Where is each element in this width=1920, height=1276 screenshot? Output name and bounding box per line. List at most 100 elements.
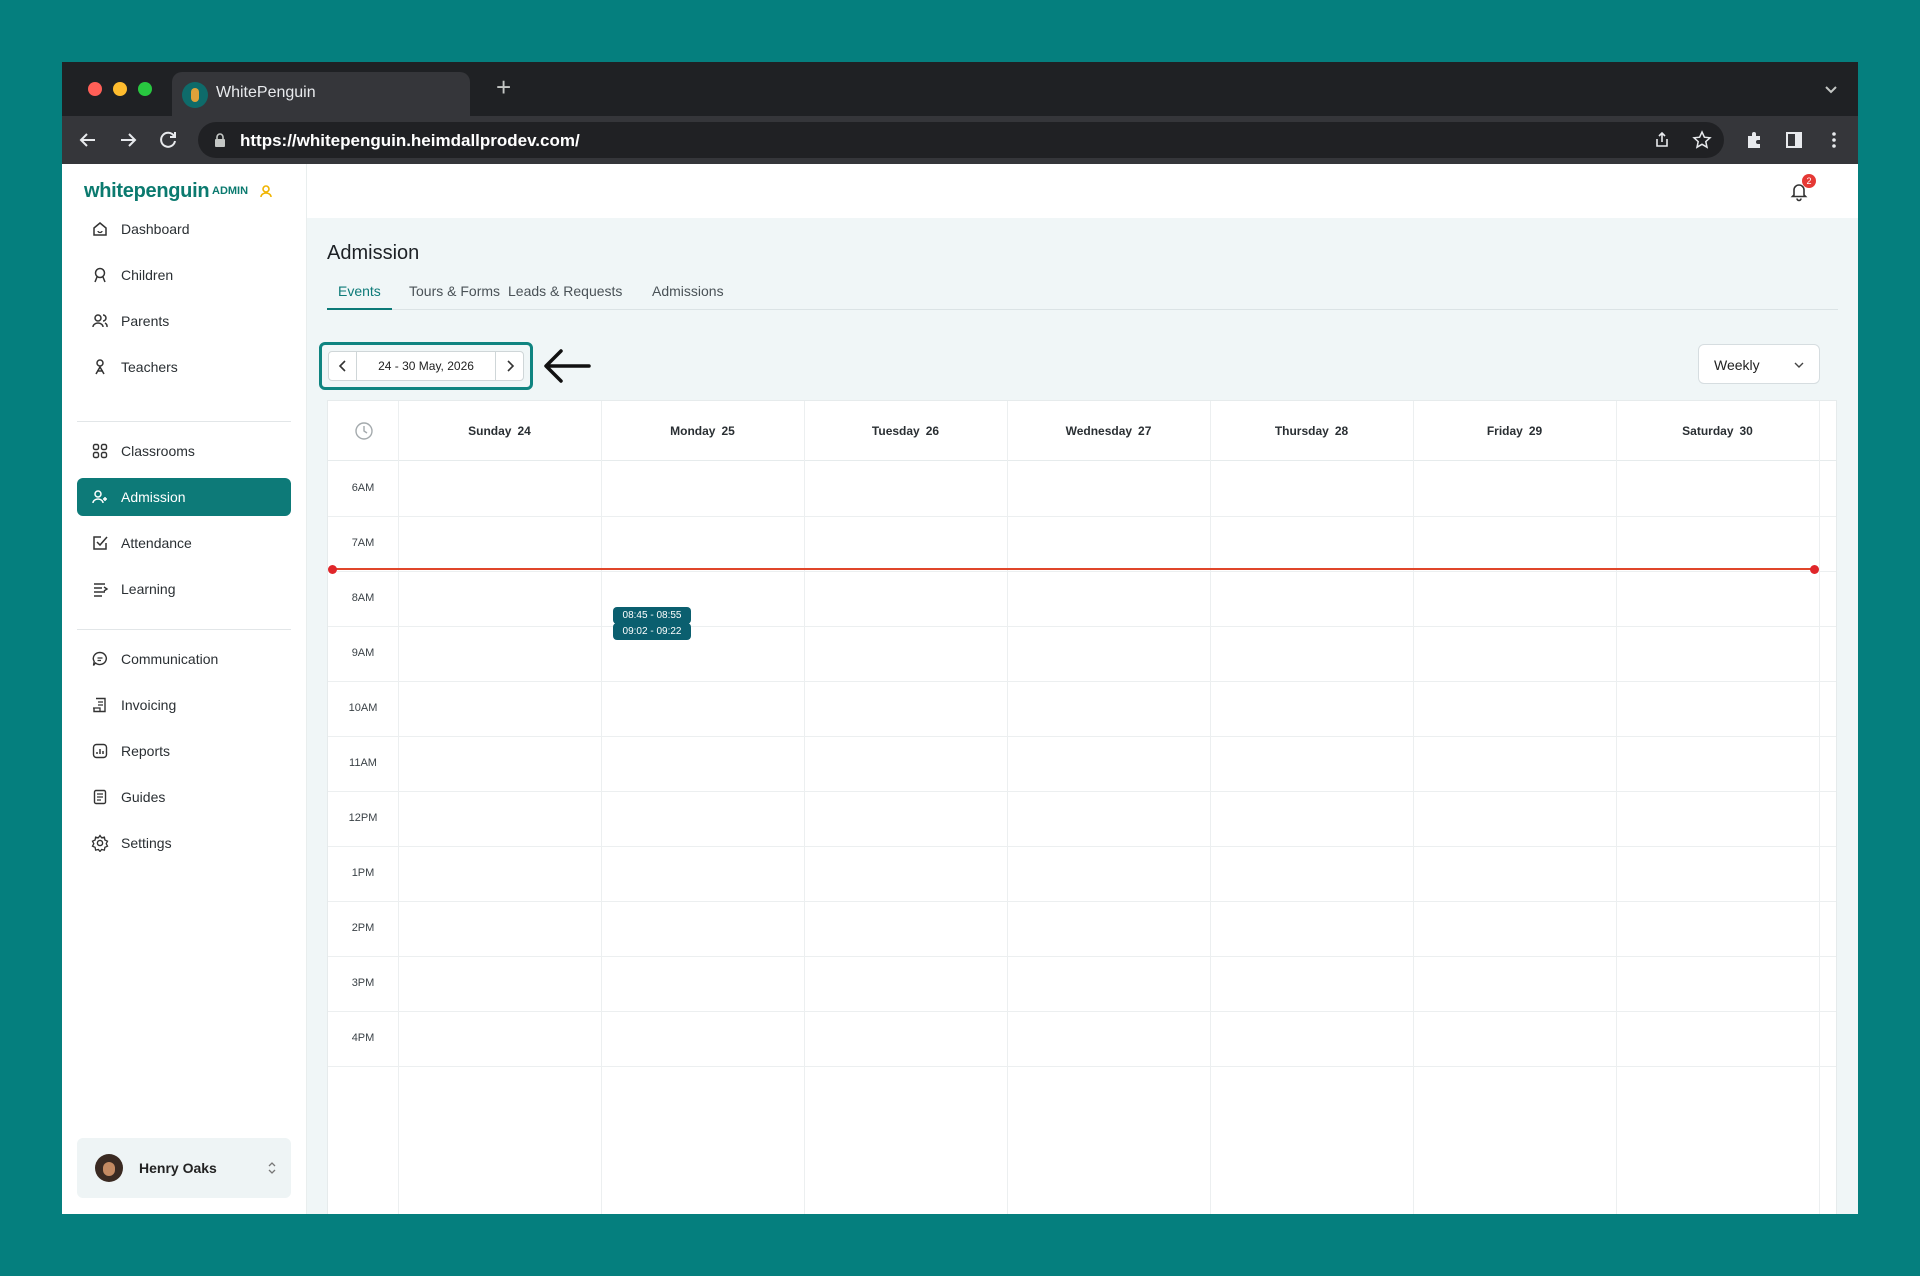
learning-icon — [94, 583, 109, 597]
top-bar: 2 — [307, 164, 1858, 218]
chevron-right-icon — [507, 360, 515, 372]
sidebar-item-dashboard[interactable]: Dashboard — [77, 210, 291, 248]
tab-tours-forms[interactable]: Tours & Forms — [398, 280, 511, 310]
view-mode-select[interactable]: Weekly — [1698, 344, 1820, 384]
chevron-left-icon — [338, 360, 346, 372]
sidebar-item-parents[interactable]: Parents — [77, 302, 291, 340]
sidebar-item-label: Settings — [121, 835, 172, 851]
user-add-icon — [92, 490, 107, 504]
address-bar[interactable]: https://whitepenguin.heimdallprodev.com/ — [198, 122, 1724, 158]
clock-icon — [355, 422, 373, 440]
chart-icon — [92, 743, 108, 759]
sidebar: whitepenguin ADMIN Dashboard Children Pa… — [62, 164, 307, 1214]
current-time-dot — [328, 564, 337, 574]
day-header[interactable]: Tuesday 26 — [804, 424, 1007, 438]
calendar-header: Sunday 24 Monday 25 Tuesday 26 Wednesday 27 Thur… — [328, 401, 1836, 461]
hour-label: 7AM — [351, 537, 375, 549]
sidebar-item-teachers[interactable]: Teachers — [77, 348, 291, 386]
browser-menu-icon[interactable] — [1824, 130, 1844, 150]
hour-label: 2PM — [351, 922, 375, 934]
sidebar-item-communication[interactable]: Communication — [77, 640, 291, 678]
page-title: Admission — [327, 242, 420, 264]
minimize-window-button[interactable] — [113, 82, 127, 96]
reload-icon[interactable] — [154, 126, 182, 154]
user-menu[interactable]: Henry Oaks — [77, 1138, 291, 1198]
maximize-window-button[interactable] — [138, 82, 152, 96]
sidebar-item-label: Parents — [121, 313, 170, 329]
new-tab-button[interactable]: + — [496, 74, 511, 100]
hour-row-divider — [328, 846, 1836, 847]
next-week-button[interactable] — [495, 352, 523, 380]
url-text: https://whitepenguin.heimdallprodev.com/ — [240, 131, 580, 150]
sidebar-item-guides[interactable]: Guides — [77, 778, 291, 816]
hour-label: 6AM — [351, 482, 375, 494]
bookmark-star-icon[interactable] — [1692, 130, 1712, 150]
notification-badge: 2 — [1802, 174, 1816, 188]
hour-row-divider — [328, 516, 1836, 517]
sidebar-item-invoicing[interactable]: Invoicing — [77, 686, 291, 724]
previous-week-button[interactable] — [329, 352, 357, 380]
week-calendar: Sunday 24 Monday 25 Tuesday 26 Wednesday 27 Thur… — [327, 400, 1837, 1214]
admin-badge: ADMIN — [212, 185, 249, 197]
day-header[interactable]: Wednesday 27 — [1007, 424, 1210, 438]
parents-icon — [92, 314, 108, 328]
sidebar-item-classrooms[interactable]: Classrooms — [77, 432, 291, 470]
book-icon — [93, 789, 107, 805]
extensions-icon[interactable] — [1744, 130, 1764, 150]
sidebar-item-label: Children — [121, 267, 174, 283]
sidebar-item-settings[interactable]: Settings — [77, 824, 291, 862]
hour-label: 9AM — [351, 647, 375, 659]
browser-tab-bar: WhitePenguin + — [62, 62, 1858, 116]
day-date: 29 — [1528, 424, 1543, 438]
calendar-event[interactable]: 09:02 - 09:22 — [613, 622, 691, 640]
browser-tab[interactable]: WhitePenguin — [172, 72, 470, 116]
date-range-label[interactable]: 24 - 30 May, 2026 — [357, 359, 495, 373]
hour-row-divider — [328, 571, 1836, 572]
hour-row-divider — [328, 791, 1836, 792]
column-divider — [1007, 401, 1008, 1214]
day-header[interactable]: Monday 25 — [601, 424, 804, 438]
day-name: Wednesday — [1065, 424, 1133, 438]
back-icon[interactable] — [74, 126, 102, 154]
sidebar-item-attendance[interactable]: Attendance — [77, 524, 291, 562]
sidebar-item-learning[interactable]: Learning — [77, 570, 291, 608]
share-icon[interactable] — [1652, 130, 1672, 150]
sidebar-item-reports[interactable]: Reports — [77, 732, 291, 770]
hour-row-divider — [328, 901, 1836, 902]
day-name: Friday — [1486, 424, 1523, 438]
sidebar-item-label: Classrooms — [121, 443, 195, 459]
chat-icon — [92, 651, 107, 666]
logo[interactable]: whitepenguin — [84, 180, 210, 203]
sidebar-divider — [77, 629, 291, 630]
hour-row-divider — [328, 736, 1836, 737]
teacher-icon — [95, 359, 105, 375]
tab-title: WhitePenguin — [216, 84, 316, 101]
main-content: 2 Admission Events Tours & Forms Leads &… — [307, 164, 1858, 1214]
day-header[interactable]: Friday 29 — [1413, 424, 1616, 438]
browser-window: WhitePenguin + https://whitepenguin.heim… — [62, 62, 1858, 1214]
tab-leads-requests[interactable]: Leads & Requests — [497, 280, 633, 310]
column-divider — [1616, 401, 1617, 1214]
hour-label: 12PM — [348, 812, 378, 824]
day-date: 24 — [517, 424, 531, 438]
day-name: Saturday — [1682, 424, 1734, 438]
sidebar-item-label: Learning — [121, 581, 176, 597]
day-header[interactable]: Saturday 30 — [1616, 424, 1819, 438]
view-mode-value: Weekly — [1714, 357, 1760, 373]
day-date: 26 — [925, 424, 940, 438]
day-date: 30 — [1739, 424, 1753, 438]
hour-label: 11AM — [349, 757, 377, 769]
side-panel-icon[interactable] — [1784, 130, 1804, 150]
sidebar-item-children[interactable]: Children — [77, 256, 291, 294]
chevron-down-icon[interactable] — [1822, 80, 1840, 98]
day-header[interactable]: Sunday 24 — [398, 424, 601, 438]
calendar-event[interactable]: 08:45 - 08:55 — [613, 607, 691, 625]
forward-icon[interactable] — [114, 126, 142, 154]
column-divider — [804, 401, 805, 1214]
close-window-button[interactable] — [88, 82, 102, 96]
day-date: 27 — [1138, 424, 1152, 438]
tab-admissions[interactable]: Admissions — [641, 280, 735, 310]
tab-events[interactable]: Events — [327, 280, 392, 310]
sidebar-item-admission[interactable]: Admission — [77, 478, 291, 516]
day-header[interactable]: Thursday 28 — [1210, 424, 1413, 438]
